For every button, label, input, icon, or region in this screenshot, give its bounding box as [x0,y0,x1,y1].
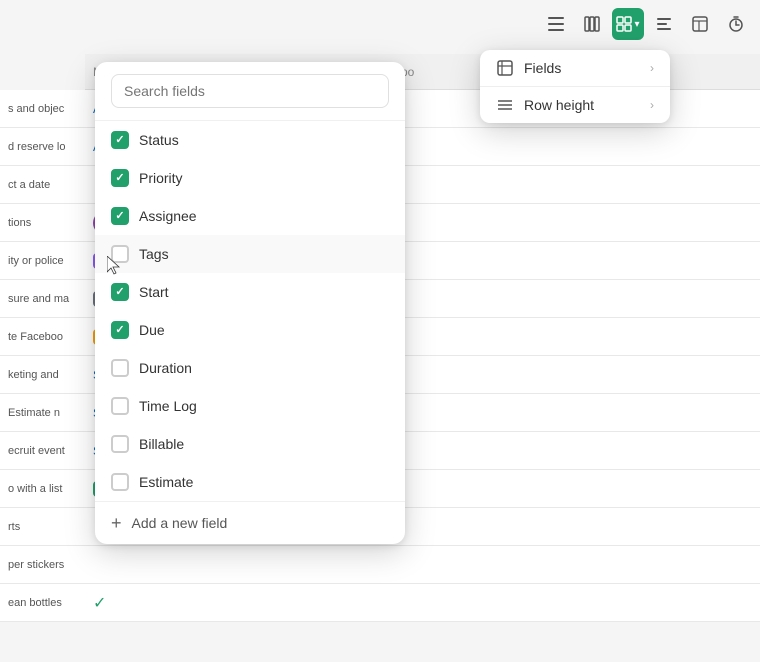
row-height-label: Row height [524,97,594,113]
fields-label: Fields [524,60,561,76]
field-label: Assignee [139,208,197,224]
field-checkbox[interactable] [111,473,129,491]
field-checkbox[interactable]: ✓ [111,321,129,339]
row-label: d reserve lo [0,141,85,153]
row-label: te Faceboo [0,331,85,343]
add-icon: + [111,514,122,532]
row-label: Estimate n [0,407,85,419]
search-input[interactable] [111,74,389,108]
table-row: per stickers [0,546,760,584]
field-list: ✓ Status ✓ Priority ✓ Assignee Tags ✓ Start ✓ Due D… [95,121,405,501]
row-height-chevron: › [650,98,654,112]
row-label: rts [0,521,85,533]
fields-icon [496,60,514,76]
field-checkbox[interactable]: ✓ [111,131,129,149]
search-box [95,62,405,121]
check-mark: ✓ [93,593,106,613]
field-label: Status [139,132,179,148]
field-label: Tags [139,246,169,262]
table-button[interactable] [684,8,716,40]
row-label: ity or police [0,255,85,267]
add-field-label: Add a new field [132,515,228,531]
field-checkbox[interactable] [111,397,129,415]
field-label: Estimate [139,474,193,490]
dropdown-panel: Fields › Row height › [480,50,670,123]
field-item[interactable]: Estimate [95,463,405,501]
row-label: per stickers [0,559,85,571]
field-label: Billable [139,436,184,452]
field-checkbox[interactable] [111,245,129,263]
timer-button[interactable] [720,8,752,40]
row-label: ean bottles [0,597,85,609]
fields-menu-item[interactable]: Fields › [480,50,670,86]
field-label: Time Log [139,398,197,414]
field-label: Priority [139,170,183,186]
field-label: Due [139,322,165,338]
field-item[interactable]: ✓ Start [95,273,405,311]
field-label: Start [139,284,169,300]
row-label: o with a list [0,483,85,495]
field-item[interactable]: Time Log [95,387,405,425]
add-field-row[interactable]: + Add a new field [95,501,405,544]
row-height-icon [496,97,514,113]
align-button[interactable] [648,8,680,40]
row-label: sure and ma [0,293,85,305]
field-item[interactable]: ✓ Priority [95,159,405,197]
row-label: s and objec [0,103,85,115]
field-item[interactable]: Tags [95,235,405,273]
field-checkbox[interactable] [111,359,129,377]
row-label: ct a date [0,179,85,191]
row-data: ✓ [85,593,760,613]
field-checkbox[interactable]: ✓ [111,207,129,225]
field-checkbox[interactable] [111,435,129,453]
field-checkbox[interactable]: ✓ [111,169,129,187]
row-label: ecruit event [0,445,85,457]
toolbar: ▾ [540,8,752,40]
field-item[interactable]: ✓ Assignee [95,197,405,235]
row-height-menu-item[interactable]: Row height › [480,87,670,123]
grid-button[interactable]: ▾ [612,8,644,40]
row-label: keting and [0,369,85,381]
row-label: tions [0,217,85,229]
field-item[interactable]: ✓ Status [95,121,405,159]
field-item[interactable]: Billable [95,425,405,463]
field-item[interactable]: Duration [95,349,405,387]
columns-button[interactable] [576,8,608,40]
field-checkbox[interactable]: ✓ [111,283,129,301]
table-row: ean bottles ✓ [0,584,760,622]
field-label: Duration [139,360,192,376]
field-item[interactable]: ✓ Due [95,311,405,349]
fields-panel: ✓ Status ✓ Priority ✓ Assignee Tags ✓ Start ✓ Due D… [95,62,405,544]
fields-chevron: › [650,61,654,75]
menu-button[interactable] [540,8,572,40]
